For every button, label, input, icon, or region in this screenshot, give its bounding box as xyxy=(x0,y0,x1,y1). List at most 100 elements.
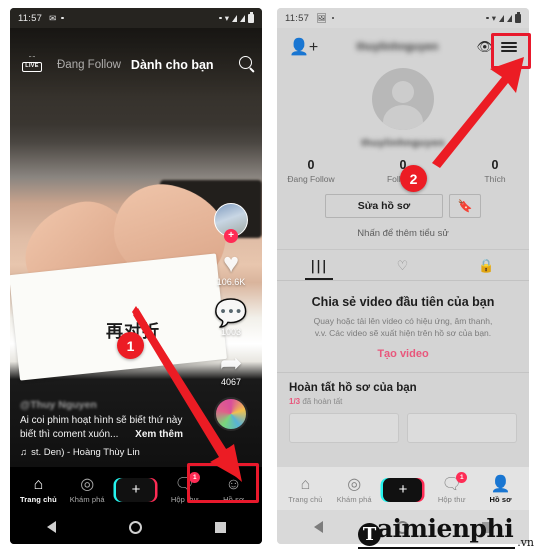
see-more-link[interactable]: Xem thêm xyxy=(135,429,183,440)
edit-profile-button[interactable]: Sửa hồ sơ xyxy=(325,194,443,218)
create-video-link[interactable]: Tạo video xyxy=(295,348,511,360)
nav-item-home[interactable]: ⌂ Trang chủ xyxy=(15,474,62,504)
back-icon[interactable] xyxy=(313,521,323,533)
phone-right-profile-screen: 11:57 🖼 ▾ 👤+ thuylinhnguyen 👁 thuylinhng… xyxy=(277,8,529,544)
status-bar-right: 11:57 🖼 ▾ xyxy=(277,8,529,28)
tab-videos[interactable]: ||| xyxy=(277,250,361,280)
search-icon xyxy=(239,56,252,69)
nav-label-discover: Khám phá xyxy=(69,494,105,504)
video-author[interactable]: @Thuy Nguyen xyxy=(20,399,196,411)
watermark-name: aimienphi xyxy=(376,513,514,543)
like-button[interactable]: ♥ 106.6K xyxy=(206,248,256,288)
battery-icon xyxy=(248,12,254,23)
add-friend-icon[interactable]: 👤+ xyxy=(289,37,318,57)
search-button[interactable] xyxy=(239,56,252,74)
empty-state: Chia sẻ video đầu tiên của bạn Quay hoặc… xyxy=(277,281,529,372)
video-music-row[interactable]: ♫ st. Den) - Hoàng Thùy Lin xyxy=(20,447,196,458)
recents-icon[interactable] xyxy=(214,521,226,533)
home-circle-icon[interactable] xyxy=(128,520,142,534)
mail-icon: ✉ xyxy=(49,12,57,23)
stat-likes-label: Thích xyxy=(484,174,506,184)
complete-profile-tiles xyxy=(289,413,517,443)
comment-button[interactable]: 💬 1003 xyxy=(206,298,256,338)
compass-icon: ◎ xyxy=(347,475,362,493)
cellular-icon xyxy=(499,14,504,22)
nav-item-discover[interactable]: ◎ Khám phá xyxy=(64,474,111,504)
avatar[interactable] xyxy=(372,68,434,130)
bottom-nav-left: ⌂ Trang chủ ◎ Khám phá + 🗨 1 Hộp thư ☺ H… xyxy=(10,467,262,510)
profile-icon: ☺ xyxy=(225,475,242,493)
eye-icon[interactable]: 👁 xyxy=(476,39,493,55)
nav-item-create[interactable]: + xyxy=(112,476,159,502)
nav-item-inbox[interactable]: 🗨 1 Hộp thư xyxy=(428,471,475,504)
live-button[interactable]: ⌒ LIVE xyxy=(20,54,44,76)
image-icon: 🖼 xyxy=(316,12,327,23)
nav-item-profile[interactable]: ☺ Hồ sơ xyxy=(210,474,257,504)
home-icon: ⌂ xyxy=(300,475,311,493)
stat-following-value: 0 xyxy=(307,158,315,172)
profile-tabs: ||| ♡ 🔒 xyxy=(277,249,529,281)
status-left-icons: 🖼 xyxy=(316,12,335,23)
android-system-bar-left xyxy=(10,510,262,544)
nav-item-create[interactable]: + xyxy=(379,476,426,502)
status-right-icons: ▾ xyxy=(219,12,254,23)
stat-following-label: Đang Follow xyxy=(287,174,335,184)
plus-icon: + xyxy=(131,481,141,498)
tab-following[interactable]: Đang Follow xyxy=(57,59,121,71)
music-disc-icon[interactable] xyxy=(214,397,248,431)
dot-icon xyxy=(331,16,335,20)
bio-hint[interactable]: Nhấn để thêm tiểu sử xyxy=(277,228,529,239)
video-feed[interactable]: 再对折 ⌒ LIVE Đang Follow Dành cho bạn + xyxy=(10,28,262,467)
video-caption-line-2: biết thì coment xuón... xyxy=(20,429,119,440)
status-right-icons: ▾ xyxy=(486,12,521,23)
nav-label-discover: Khám phá xyxy=(336,494,372,504)
cellular-icon xyxy=(240,14,245,22)
bottom-nav-right: ⌂ Trang chủ ◎ Khám phá + 🗨 1 Hộp thư 👤 H… xyxy=(277,467,529,510)
complete-profile-tile[interactable] xyxy=(407,413,517,443)
nav-item-discover[interactable]: ◎ Khám phá xyxy=(331,474,378,504)
video-caption-block: @Thuy Nguyen Ai coi phim hoạt hình sẽ bi… xyxy=(20,399,196,458)
tab-liked[interactable]: ♡ xyxy=(361,250,445,280)
nav-label-home: Trang chủ xyxy=(288,494,323,504)
bookmark-button[interactable]: 🔖 xyxy=(449,194,481,218)
complete-profile-progress: 1/3 xyxy=(289,397,301,406)
empty-state-title: Chia sẻ video đầu tiên của bạn xyxy=(311,295,495,309)
status-left-icons: ✉ xyxy=(49,14,64,23)
home-icon: ⌂ xyxy=(33,475,44,493)
profile-header: 👤+ thuylinhnguyen 👁 xyxy=(277,28,529,66)
create-video-button[interactable]: + xyxy=(383,477,423,502)
inbox-badge: 1 xyxy=(189,471,201,483)
follow-plus-icon[interactable]: + xyxy=(224,229,238,243)
step-badge-2: 2 xyxy=(400,165,427,192)
back-icon[interactable] xyxy=(46,521,56,533)
heart-icon: ♥ xyxy=(222,248,240,278)
stat-following[interactable]: 0 Đang Follow xyxy=(282,158,340,184)
profile-actions: Sửa hồ sơ 🔖 xyxy=(277,194,529,218)
plus-icon: + xyxy=(398,481,408,498)
avatar[interactable]: + xyxy=(214,203,248,243)
complete-profile-progress-suffix: đã hoàn tất xyxy=(302,397,343,406)
nav-item-inbox[interactable]: 🗨 1 Hộp thư xyxy=(161,471,208,504)
create-video-button[interactable]: + xyxy=(116,477,156,502)
watermark-text: Taimienphi xyxy=(357,513,516,549)
grid-icon: ||| xyxy=(310,259,328,274)
stat-likes[interactable]: 0 Thích xyxy=(466,158,524,184)
nav-label-home: Trang chủ xyxy=(20,494,57,504)
share-button[interactable]: ➦ 4067 xyxy=(206,348,256,388)
share-icon: ➦ xyxy=(219,348,243,378)
battery-icon xyxy=(515,12,521,23)
complete-profile-tile[interactable] xyxy=(289,413,399,443)
hamburger-menu-icon[interactable] xyxy=(501,41,517,53)
profile-handle: thuylinhnguyen xyxy=(361,137,445,149)
inbox-badge: 1 xyxy=(456,471,468,483)
nav-label-inbox: Hộp thư xyxy=(437,494,466,504)
comment-icon: 💬 xyxy=(214,298,248,328)
nav-item-profile[interactable]: 👤 Hồ sơ xyxy=(477,474,524,504)
nav-item-home[interactable]: ⌂ Trang chủ xyxy=(282,474,329,504)
tab-for-you[interactable]: Dành cho bạn xyxy=(131,58,214,72)
like-count: 106.6K xyxy=(216,277,246,287)
dot-icon xyxy=(486,16,489,20)
share-count: 4067 xyxy=(220,377,242,387)
music-note-icon: ♫ xyxy=(20,447,28,458)
tab-private[interactable]: 🔒 xyxy=(445,250,529,280)
